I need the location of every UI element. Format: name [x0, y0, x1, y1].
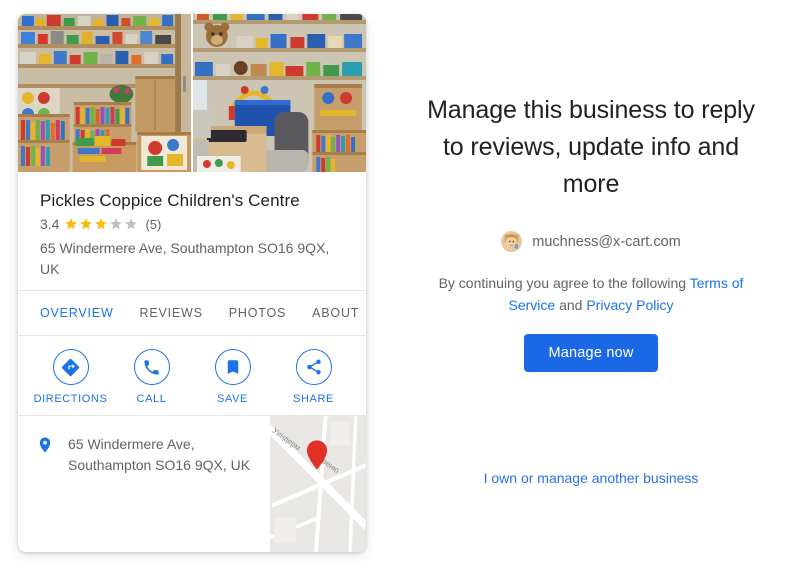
- star-icon-empty: [110, 218, 123, 230]
- action-save[interactable]: SAVE: [192, 349, 273, 405]
- star-icon-filled: [80, 218, 93, 230]
- star-icon-filled: [65, 218, 78, 230]
- action-share[interactable]: SHARE: [273, 349, 354, 405]
- business-info: Pickles Coppice Children's Centre 3.4 (5…: [18, 172, 366, 290]
- action-label-directions: DIRECTIONS: [33, 393, 108, 405]
- user-avatar: [501, 231, 523, 252]
- terms-text: By continuing you agree to the following…: [420, 272, 762, 316]
- tab-bar: OVERVIEW REVIEWS PHOTOS ABOUT: [18, 291, 366, 335]
- address-text-area: 65 Windermere Ave, Southampton SO16 9QX,…: [18, 416, 270, 552]
- tab-about[interactable]: ABOUT: [312, 306, 359, 320]
- bookmark-glyph: [227, 360, 238, 374]
- page-root: Pickles Coppice Children's Centre 3.4 (5…: [0, 0, 804, 574]
- phone-glyph: [144, 359, 159, 375]
- map-thumbnail[interactable]: Уиндерм авеню: [270, 416, 366, 552]
- tab-photos[interactable]: PHOTOS: [229, 306, 286, 320]
- tab-overview[interactable]: OVERVIEW: [40, 306, 114, 320]
- address-full-text: 65 Windermere Ave, Southampton SO16 9QX,…: [68, 436, 251, 473]
- action-label-save: SAVE: [217, 393, 248, 405]
- directions-icon: [52, 349, 89, 385]
- account-row: muchness@x-cart.com: [501, 231, 681, 252]
- business-address: 65 Windermere Ave, Southampton SO16 9QX,…: [40, 240, 330, 277]
- directions-glyph: [61, 358, 80, 376]
- terms-conjunction: and: [555, 297, 587, 313]
- panel-headline: Manage this business to reply to reviews…: [427, 96, 755, 198]
- action-call[interactable]: CALL: [111, 349, 192, 405]
- account-email: muchness@x-cart.com: [532, 233, 681, 250]
- photo-1-graphic: [18, 14, 191, 172]
- rating-stars: [64, 217, 138, 231]
- business-name: Pickles Coppice Children's Centre: [40, 191, 300, 210]
- own-another-business-link[interactable]: I own or manage another business: [484, 470, 699, 486]
- action-label-call: CALL: [136, 393, 167, 405]
- photo-2-graphic: [193, 14, 366, 172]
- privacy-policy-link[interactable]: Privacy Policy: [586, 297, 673, 313]
- photo-strip: [18, 14, 366, 172]
- share-icon: [295, 349, 332, 385]
- rating-row: 3.4 (5): [40, 216, 344, 232]
- phone-icon: [133, 349, 170, 385]
- star-icon-filled: [95, 218, 108, 230]
- business-card: Pickles Coppice Children's Centre 3.4 (5…: [18, 14, 366, 552]
- interior-photo-desk-blue-box[interactable]: [193, 14, 366, 172]
- action-directions[interactable]: DIRECTIONS: [30, 349, 111, 405]
- avatar-image: [501, 231, 523, 252]
- address-block[interactable]: 65 Windermere Ave, Southampton SO16 9QX,…: [18, 416, 366, 552]
- action-label-share: SHARE: [293, 393, 334, 405]
- share-glyph: [306, 359, 321, 375]
- tab-reviews[interactable]: REVIEWS: [140, 306, 203, 320]
- terms-prefix: By continuing you agree to the following: [438, 275, 690, 291]
- manage-now-button[interactable]: Manage now: [524, 334, 658, 372]
- interior-photo-bookshelves-toys[interactable]: [18, 14, 191, 172]
- map-pin-icon: [39, 437, 51, 453]
- rating-value: 3.4: [40, 216, 60, 232]
- rating-count: (5): [145, 216, 162, 232]
- bookmark-icon: [214, 349, 251, 385]
- map-marker-icon: [306, 440, 328, 470]
- action-bar: DIRECTIONS CALL SAVE SHARE: [18, 336, 366, 415]
- star-icon-empty: [125, 218, 138, 230]
- manage-business-panel: Manage this business to reply to reviews…: [404, 0, 778, 574]
